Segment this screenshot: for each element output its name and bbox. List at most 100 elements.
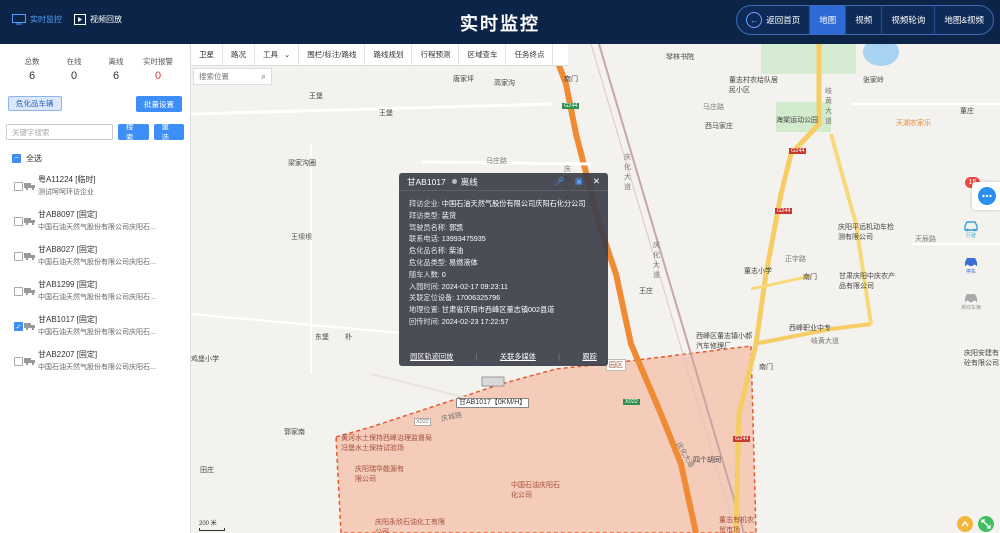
microphone-icon[interactable]: 🎤︎ — [554, 176, 565, 187]
reset-button[interactable]: 重选 — [153, 122, 184, 142]
legend-parked[interactable]: 停车 — [959, 256, 983, 286]
popup-row: 入园时间: 2024-02-17 09:23:11 — [409, 281, 598, 293]
vehicle-name: 粤A11224 [临时] — [38, 175, 96, 184]
truck-icon — [24, 323, 35, 330]
vehicle-checkbox[interactable] — [14, 357, 23, 366]
status-legend: 行驶 停车 离线车辆 — [958, 220, 984, 322]
car-icon — [964, 221, 978, 232]
track-playback-link[interactable]: 园区轨迹回放 — [410, 352, 453, 362]
road-code-badge: G244 — [789, 148, 807, 154]
chat-widget[interactable] — [972, 182, 1000, 210]
vehicle-item[interactable]: 甘AB1299 [固定] 中国石油天然气股份有限公司庆阳石... — [0, 276, 190, 311]
search-icon[interactable]: ⌕ — [261, 71, 266, 82]
tools-dropdown[interactable]: 工具 ⌄ — [255, 44, 300, 65]
chat-bubble-icon — [978, 187, 996, 205]
back-home-button[interactable]: ← 返回首页 — [737, 6, 811, 34]
select-all-label: 全选 — [26, 154, 42, 163]
map-label: 庆阳安建有砼有限公司 — [964, 350, 999, 367]
vehicle-item[interactable]: 甘AB8097 [固定] 中国石油天然气股份有限公司庆阳石... — [0, 206, 190, 241]
car-icon — [965, 258, 977, 268]
vehicle-checkbox[interactable]: ✓ — [14, 322, 23, 331]
map-label: 岐黄大道 — [811, 338, 839, 345]
fence-marker-route-button[interactable]: 围栏/标注/路线 — [299, 44, 366, 65]
map-view[interactable]: 卫星 路况 工具 ⌄ 围栏/标注/路线 路线规划 行程预测 区域查车 任务终点 ⌕… — [191, 44, 1000, 533]
tab-realtime-monitor[interactable]: 实时监控 — [12, 14, 62, 25]
vehicle-item[interactable]: 甘AB8027 [固定] 中国石油天然气股份有限公司庆阳石... — [0, 241, 190, 276]
chevron-up-icon — [961, 520, 969, 527]
road-code-badge: X022 — [623, 399, 640, 405]
stat-total: 总数 6 — [12, 56, 52, 82]
vehicle-item[interactable]: 甘AB2207 [固定] 中国石油天然气股份有限公司庆阳石... — [0, 346, 190, 381]
route-planning-button[interactable]: 路线规划 — [365, 44, 413, 65]
popup-row: 拜访企业: 中国石油天然气股份有限公司庆阳石化分公司 — [409, 198, 598, 210]
popup-row-key: 回传时间: — [409, 316, 440, 326]
truck-icon — [24, 288, 35, 295]
map-label: 天辰路 — [915, 236, 936, 243]
vehicle-item[interactable]: ✓ 甘AB1017 [固定] 中国石油天然气股份有限公司庆阳石... — [0, 311, 190, 346]
vehicle-checkbox[interactable] — [14, 182, 23, 191]
legend-driving[interactable]: 行驶 — [959, 220, 983, 250]
trip-forecast-button[interactable]: 行程预测 — [412, 44, 460, 65]
select-all-row[interactable]: − 全选 — [0, 153, 190, 164]
vehicle-checkbox[interactable] — [14, 287, 23, 296]
stat-label: 在线 — [66, 57, 82, 66]
stat-value: 0 — [154, 70, 162, 82]
area-vehicle-search-button[interactable]: 区域查车 — [459, 44, 507, 65]
map-label: 董志有机农贸市场 — [719, 517, 754, 533]
popup-row: 回传时间: 2024-02-23 17:22:57 — [409, 316, 598, 328]
tab-video-playback[interactable]: 视频回放 — [74, 14, 122, 25]
legend-offline[interactable]: 离线车辆 — [959, 292, 983, 322]
map-label: 梁家沟圈 — [288, 160, 316, 167]
hazmat-filter-chip[interactable]: 危化品车辆 — [8, 96, 62, 111]
close-icon[interactable]: ✕ — [593, 176, 600, 187]
select-all-checkbox[interactable]: − — [12, 154, 21, 163]
batch-settings-button[interactable]: 批量设置 — [136, 96, 182, 112]
road-code-badge: G244 — [733, 436, 751, 442]
map-label: 董志小学 — [744, 268, 772, 275]
view-map-video-button[interactable]: 地图&视频 — [935, 6, 993, 34]
map-label: 田庄 — [200, 467, 214, 474]
traffic-toggle[interactable]: 路况 — [223, 44, 255, 65]
vehicle-checkbox[interactable] — [14, 252, 23, 261]
expand-icon — [981, 519, 991, 529]
legend-label: 行驶 — [965, 233, 976, 239]
video-camera-icon[interactable]: ▣ — [575, 176, 583, 187]
keyword-search-input[interactable] — [6, 124, 113, 140]
truck-icon — [24, 253, 35, 260]
stat-label: 离线 — [108, 57, 124, 66]
fullscreen-button[interactable] — [978, 516, 994, 532]
view-map-button[interactable]: 地图 — [810, 6, 847, 34]
tab-realtime-monitor-label: 实时监控 — [30, 15, 62, 24]
follow-link[interactable]: 跟踪 — [582, 352, 596, 362]
map-label: 董志村农给队居民小区 — [729, 77, 778, 94]
vehicle-name: 甘AB2207 [固定] — [38, 350, 98, 359]
search-button[interactable]: 搜索 — [118, 122, 149, 142]
vehicle-item[interactable]: 粤A11224 [临时] 测试呵呵环访企业 — [0, 171, 190, 206]
view-video-polling-button[interactable]: 视频轮询 — [882, 6, 936, 34]
tools-label: 工具 — [263, 50, 278, 59]
map-label: 庆阳瑞华能源有限公司 — [355, 466, 404, 483]
linked-media-link[interactable]: 关联多媒体 — [500, 352, 536, 362]
view-video-polling-label: 视频轮询 — [891, 15, 926, 25]
popup-row-value: 装货 — [441, 210, 457, 220]
vehicle-marker-label[interactable]: 甘AB1017【0KM/H】 — [456, 398, 530, 408]
satellite-toggle[interactable]: 卫星 — [191, 44, 223, 65]
map-scale: 200 米 — [199, 518, 225, 531]
map-label: 西峰职业中专 — [789, 325, 831, 332]
map-label: 琴林书院 — [666, 54, 694, 61]
collapse-up-button[interactable] — [957, 516, 973, 532]
vehicle-company: 中国石油天然气股份有限公司庆阳石... — [38, 294, 156, 301]
popup-row: 关联定位设备: 17006325796 — [409, 292, 598, 304]
vehicle-name: 甘AB8027 [固定] — [38, 245, 98, 254]
map-search-input[interactable] — [199, 72, 259, 81]
popup-row-key: 驾驶员名称: — [409, 222, 447, 232]
stat-value: 0 — [70, 70, 78, 82]
vehicle-checkbox[interactable] — [14, 217, 23, 226]
vehicle-company: 中国石油天然气股份有限公司庆阳石... — [38, 224, 156, 231]
task-endpoint-button[interactable]: 任务终点 — [506, 44, 554, 65]
popup-row-value: 中国石油天然气股份有限公司庆阳石化分公司 — [441, 199, 586, 208]
map-label: 南门 — [803, 274, 817, 281]
view-video-button[interactable]: 视频 — [846, 6, 883, 34]
stat-alarm: 实时报警 0 — [138, 56, 178, 82]
play-icon — [74, 14, 86, 25]
